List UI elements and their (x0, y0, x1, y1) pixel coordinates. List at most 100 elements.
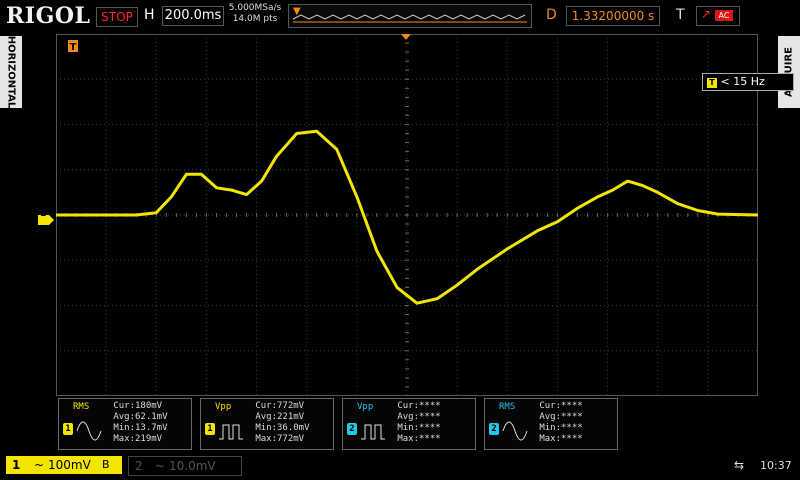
scope-graticule: T (54, 33, 760, 397)
channel-badge: 2 (347, 423, 357, 435)
measurement-max-value: 772mV (277, 434, 305, 444)
measurement-cur-label: Cur: (397, 401, 419, 411)
trigger-label: T (676, 7, 685, 23)
measurement-avg-value: 221mV (277, 412, 305, 422)
measurement-max-label: Max: (397, 434, 419, 444)
measurement-min-label: Min: (539, 423, 561, 433)
measurement-min-row: Min:36.0mV (249, 423, 309, 433)
measurement-min-row: Min:13.7mV (107, 423, 168, 433)
channel1-scale: 100mV (48, 458, 91, 472)
horizontal-side-tab[interactable]: HORIZONTAL (0, 36, 22, 108)
measurement-cur-row: Cur:772mV (249, 401, 304, 411)
measurement-max-value: **** (561, 434, 583, 444)
measurement-cur-row: Cur:**** (533, 401, 583, 411)
measurement-min-row: Min:**** (391, 423, 441, 433)
measurement-min-value: **** (419, 423, 441, 433)
measurement-max-row: Max:**** (533, 434, 583, 444)
channel2-scale: 10.0mV (169, 459, 216, 473)
timebase-value[interactable]: 200.0ms (162, 6, 224, 26)
channel1-waveform (54, 129, 760, 305)
measurement-avg-value: 62.1mV (135, 412, 168, 422)
measurement-max-row: Max:772mV (249, 434, 304, 444)
measurement-item[interactable]: RMS 2 Cur:**** Avg:**** Min:**** Max:**** (484, 398, 618, 450)
measurement-cur-value: 772mV (277, 401, 305, 411)
delay-label: D (546, 7, 557, 23)
frequency-readout: < 15 Hz (720, 75, 765, 88)
waveform-display[interactable]: T T < 15 Hz (54, 33, 794, 397)
ac-coupling-icon: ~ (34, 458, 45, 472)
bottom-status-bar: 1 ~ 100mV B 2 ~ 10.0mV ⇆ 10:37 (0, 452, 800, 480)
measurement-cur-row: Cur:180mV (107, 401, 162, 411)
measurement-max-label: Max: (539, 434, 561, 444)
measurement-avg-value: **** (561, 412, 583, 422)
channel1-number: 1 (12, 458, 21, 472)
trigger-source-badge: AC (715, 10, 733, 21)
memory-overview-waveform (292, 14, 527, 23)
horizontal-label: H (144, 7, 155, 23)
channel1-marker-label: 1 (40, 209, 47, 219)
channel2-number: 2 (135, 459, 143, 473)
measurement-max-label: Max: (255, 434, 277, 444)
sine-wave-icon (502, 421, 528, 441)
measurement-avg-row: Avg:**** (391, 412, 441, 422)
top-status-bar: RIGOL STOP H 200.0ms 5.000MSa/s 14.0M pt… (0, 0, 800, 32)
measurement-name: Vpp (357, 402, 374, 412)
measurement-avg-label: Avg: (397, 412, 419, 422)
measurement-min-row: Min:**** (533, 423, 583, 433)
trigger-position-marker (401, 34, 411, 40)
measurement-avg-row: Avg:**** (533, 412, 583, 422)
acquisition-info: 5.000MSa/s 14.0M pts (226, 3, 284, 25)
measurement-item[interactable]: Vpp 1 Cur:772mV Avg:221mV Min:36.0mV Max:772m… (200, 398, 334, 450)
system-clock: 10:37 (760, 459, 792, 472)
brand-logo: RIGOL (6, 3, 91, 29)
bandwidth-limit-icon: B (102, 458, 110, 471)
trigger-settings[interactable]: ↗ AC (696, 6, 740, 26)
measurement-max-value: 219mV (135, 434, 163, 444)
measurement-min-value: **** (561, 423, 583, 433)
pulse-wave-icon (219, 424, 243, 440)
measurement-max-label: Max: (113, 434, 135, 444)
memory-overview-strip[interactable]: ▼ (288, 4, 532, 28)
measurement-min-value: 13.7mV (135, 423, 168, 433)
measurement-cur-label: Cur: (113, 401, 135, 411)
rising-edge-icon: ↗ (701, 7, 712, 21)
measurement-min-label: Min: (113, 423, 135, 433)
measurement-avg-row: Avg:62.1mV (107, 412, 168, 422)
measurement-name: RMS (73, 402, 90, 412)
measurement-item[interactable]: RMS 1 Cur:180mV Avg:62.1mV Min:13.7mV Max:219… (58, 398, 192, 450)
measurement-min-label: Min: (397, 423, 419, 433)
acquire-side-tab[interactable]: ACQUIRE (778, 36, 800, 108)
memory-depth: 14.0M pts (232, 14, 278, 24)
trigger-time-marker: T (68, 40, 78, 53)
measurement-cur-value: **** (561, 401, 583, 411)
measurement-avg-label: Avg: (255, 412, 277, 422)
measurement-max-value: **** (419, 434, 441, 444)
usb-icon: ⇆ (734, 458, 745, 472)
delay-value[interactable]: 1.33200000 s (566, 6, 660, 26)
measurement-max-row: Max:219mV (107, 434, 162, 444)
channel2-settings[interactable]: 2 ~ 10.0mV (128, 456, 242, 476)
pulse-wave-icon (361, 424, 385, 440)
measurement-cur-label: Cur: (255, 401, 277, 411)
sine-wave-icon (76, 421, 102, 441)
horizontal-tab-label: HORIZONTAL (5, 35, 17, 109)
measurement-name: RMS (499, 402, 516, 412)
trigger-frequency-icon: T (707, 78, 717, 88)
measurement-avg-row: Avg:221mV (249, 412, 304, 422)
ac-coupling-icon: ~ (155, 459, 166, 473)
measurement-name: Vpp (215, 402, 232, 412)
sample-rate: 5.000MSa/s (228, 3, 282, 13)
channel1-settings[interactable]: 1 ~ 100mV B (6, 456, 122, 474)
channel1-ground-marker[interactable]: 1 (38, 209, 54, 225)
measurement-avg-label: Avg: (539, 412, 561, 422)
channel-badge: 2 (489, 423, 499, 435)
frequency-counter: T < 15 Hz (702, 73, 794, 91)
measurement-item[interactable]: Vpp 2 Cur:**** Avg:**** Min:**** Max:**** (342, 398, 476, 450)
measurement-min-label: Min: (255, 423, 277, 433)
measurement-max-row: Max:**** (391, 434, 441, 444)
run-stop-status[interactable]: STOP (96, 7, 138, 27)
measurement-cur-value: 180mV (135, 401, 163, 411)
measurement-avg-value: **** (419, 412, 441, 422)
channel-badge: 1 (205, 423, 215, 435)
trigger-time-marker-label: T (70, 42, 77, 53)
